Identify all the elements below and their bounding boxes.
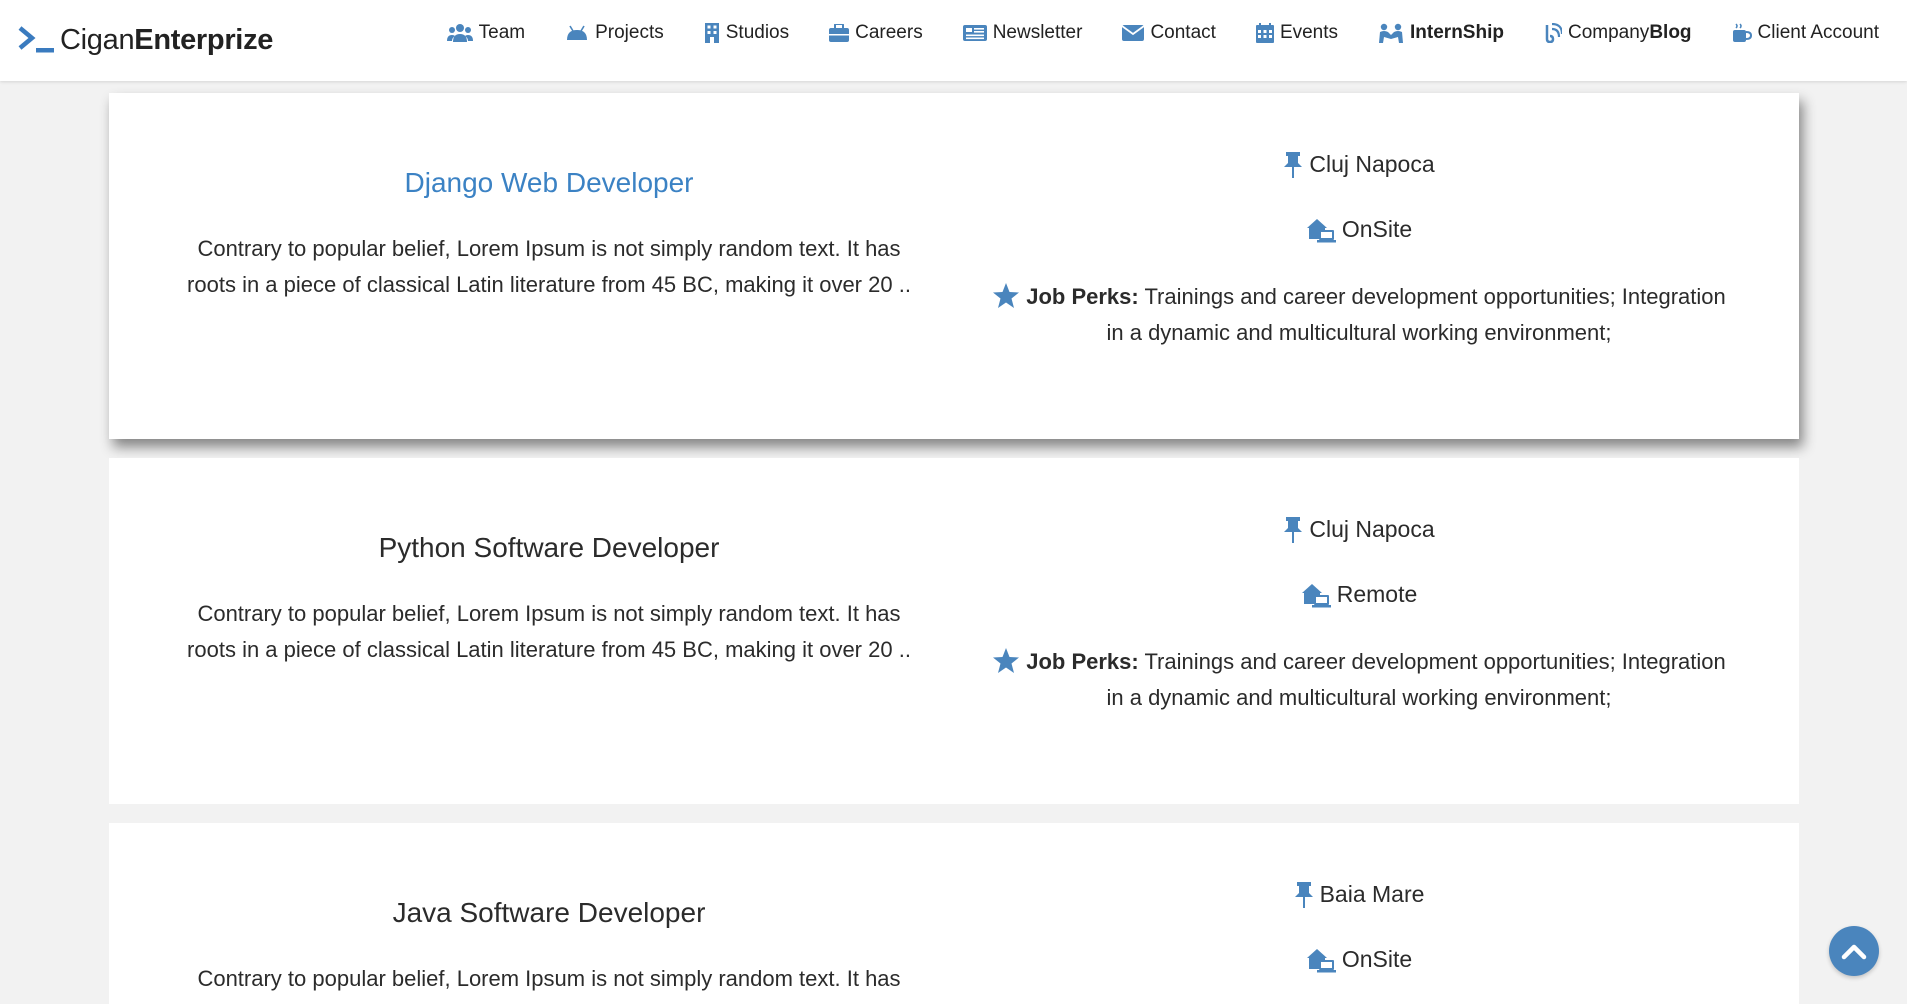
house-laptop-icon (1306, 218, 1336, 242)
coffee-icon (1732, 23, 1752, 42)
nav-internship[interactable]: InternShip (1358, 20, 1524, 46)
brand-name: CiganEnterprize (60, 23, 274, 56)
pushpin-icon (1284, 151, 1303, 178)
job-perks: Job Perks: Trainings and career developm… (969, 644, 1749, 716)
nav-studios[interactable]: Studios (684, 20, 809, 46)
job-title[interactable]: Django Web Developer (179, 167, 919, 199)
nav-client-account[interactable]: Client Account (1712, 20, 1879, 46)
nav-company-blog[interactable]: CompanyBlog (1524, 20, 1712, 46)
envelope-icon (1122, 25, 1145, 41)
pushpin-icon (1294, 881, 1313, 908)
nav-label: Client Account (1757, 22, 1879, 43)
job-summary: Python Software Developer Contrary to po… (109, 458, 1009, 804)
newspaper-icon (962, 25, 987, 41)
job-card[interactable]: Python Software Developer Contrary to po… (109, 458, 1799, 804)
job-location: Baia Mare (969, 881, 1749, 908)
nav-projects[interactable]: Projects (545, 20, 684, 46)
nav-label: Team (478, 22, 526, 43)
nav-label: Events (1279, 22, 1339, 43)
job-description: Contrary to popular belief, Lorem Ipsum … (187, 601, 911, 662)
job-details: Baia Mare OnSite (969, 823, 1769, 1004)
job-details: Cluj Napoca Remote Job Perks: Trainings … (969, 458, 1769, 804)
job-summary: Django Web Developer Contrary to popular… (109, 93, 1009, 439)
job-description: Contrary to popular belief, Lorem Ipsum … (197, 966, 901, 991)
chevron-up-icon (1841, 944, 1867, 960)
house-laptop-icon (1301, 583, 1331, 607)
nav-events[interactable]: Events (1236, 20, 1358, 46)
brand-logo[interactable]: CiganEnterprize (18, 20, 273, 60)
nav-team[interactable]: Team (427, 20, 545, 46)
job-work-type: OnSite (969, 216, 1749, 243)
job-card[interactable]: Java Software Developer Contrary to popu… (109, 823, 1799, 1004)
briefcase-icon (829, 24, 850, 42)
job-details: Cluj Napoca OnSite Job Perks: Trainings … (969, 93, 1769, 439)
job-card[interactable]: Django Web Developer Contrary to popular… (109, 93, 1799, 439)
people-icon (1379, 23, 1404, 43)
job-work-type: OnSite (969, 946, 1749, 973)
top-navbar: CiganEnterprize Team Projects Studios Ca… (0, 0, 1907, 81)
nav-label: Careers (855, 22, 923, 43)
pushpin-icon (1284, 516, 1303, 543)
android-icon (567, 25, 588, 40)
house-laptop-icon (1306, 948, 1336, 972)
nav-label: Newsletter (992, 22, 1083, 43)
job-title[interactable]: Java Software Developer (179, 897, 919, 929)
nav-careers[interactable]: Careers (809, 20, 943, 46)
team-icon (446, 24, 473, 42)
job-location: Cluj Napoca (969, 516, 1749, 543)
job-work-type: Remote (969, 581, 1749, 608)
job-title[interactable]: Python Software Developer (179, 532, 919, 564)
calendar-icon (1255, 23, 1274, 43)
job-perks: Job Perks: Trainings and career developm… (969, 279, 1749, 351)
job-location: Cluj Napoca (969, 151, 1749, 178)
nav-label: Studios (725, 22, 790, 43)
nav-label: CompanyBlog (1567, 22, 1692, 43)
nav-label: InternShip (1410, 22, 1504, 43)
star-icon (993, 648, 1020, 673)
main-nav: Team Projects Studios Careers Newsletter… (427, 20, 1879, 46)
scroll-to-top-button[interactable] (1829, 926, 1879, 976)
terminal-icon (18, 26, 54, 53)
nav-label: Contact (1150, 22, 1216, 43)
nav-contact[interactable]: Contact (1102, 20, 1235, 46)
star-icon (993, 283, 1020, 308)
job-summary: Java Software Developer Contrary to popu… (109, 823, 1009, 1004)
blog-icon (1545, 23, 1562, 43)
building-icon (704, 23, 719, 43)
job-description: Contrary to popular belief, Lorem Ipsum … (187, 236, 911, 297)
nav-newsletter[interactable]: Newsletter (943, 20, 1103, 46)
nav-label: Projects (595, 22, 664, 43)
